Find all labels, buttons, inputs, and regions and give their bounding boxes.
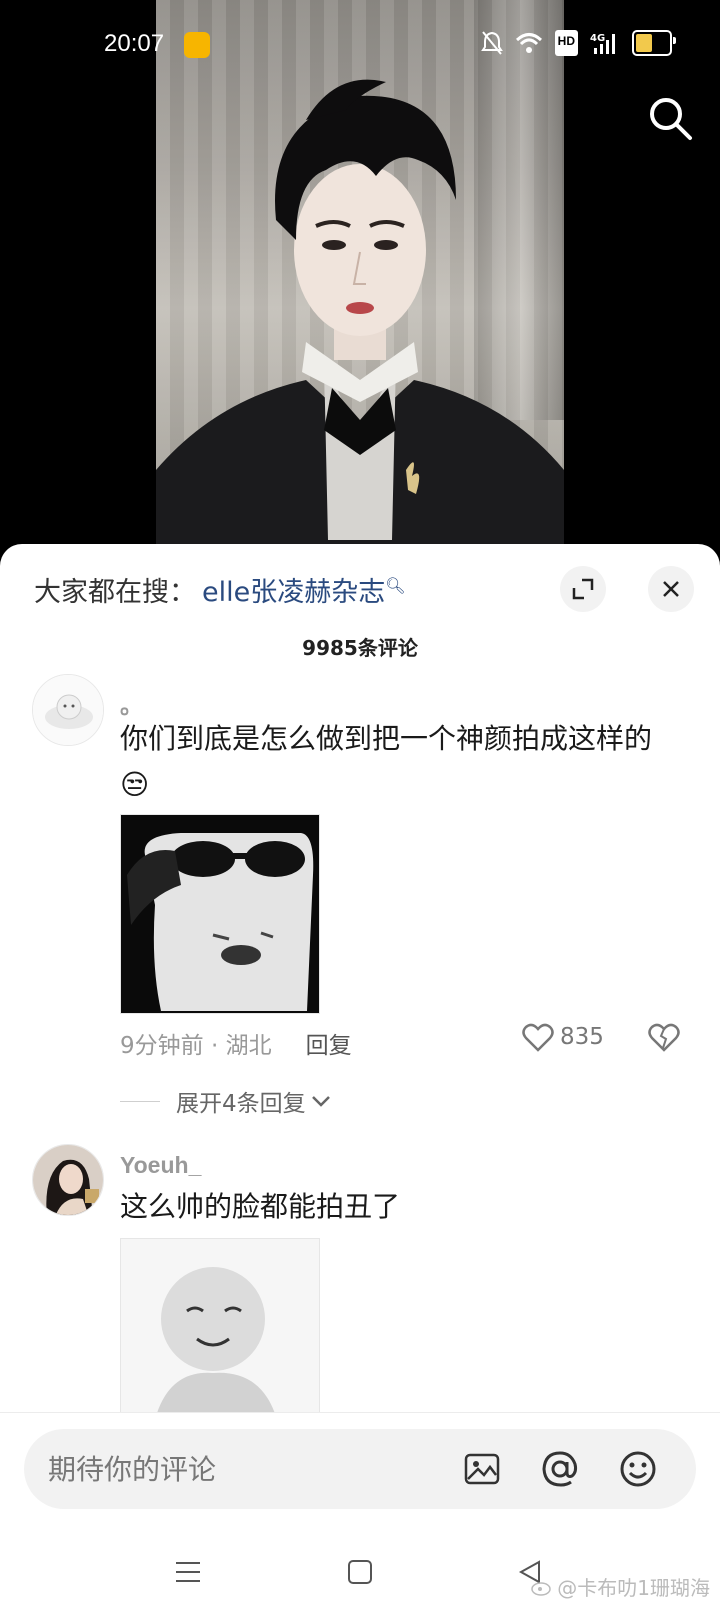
comment-text: 这么帅的脸都能拍丑了 (120, 1190, 401, 1223)
dislike-button[interactable] (648, 1022, 680, 1056)
username[interactable]: 。 (120, 686, 143, 720)
svg-text:4G: 4G (590, 33, 605, 44)
sticker-image[interactable] (120, 1238, 320, 1412)
status-icons: HD 4G (480, 30, 676, 56)
menu-icon (176, 1562, 200, 1582)
square-home-icon (348, 1560, 372, 1584)
comment-item: 。 你们到底是怎么做到把一个神颜拍成这样的 😒 9分钟前 · 湖北 回复 835 … (0, 674, 720, 1134)
system-navigation-bar: @卡布叻1珊瑚海 (0, 1532, 720, 1612)
comment-count: 9985条评论 (302, 636, 418, 660)
small-search-icon: 🔍︎ (385, 576, 406, 595)
chevron-down-icon (311, 1096, 330, 1107)
comment-time-location: 9分钟前 · 湖北 (120, 1033, 272, 1059)
menu-nav-button[interactable] (168, 1552, 208, 1592)
reply-button[interactable]: 回复 (306, 1026, 352, 1060)
comment-meta: 9分钟前 · 湖北 回复 (120, 1026, 352, 1060)
comment-input-pill (24, 1429, 696, 1509)
expand-sheet-button[interactable] (560, 566, 606, 612)
hot-search-term: elle张凌赫杂志 (202, 577, 386, 608)
hd-badge: HD (554, 30, 578, 56)
heart-icon (522, 1023, 554, 1052)
close-button[interactable] (648, 566, 694, 612)
weibo-logo-icon (531, 1581, 552, 1596)
home-nav-button[interactable] (340, 1552, 380, 1592)
mention-button[interactable] (538, 1447, 582, 1491)
username[interactable]: Yoeuh_ (120, 1152, 201, 1179)
battery-icon (632, 30, 676, 56)
cloud-bear-avatar-image (33, 675, 103, 745)
sticker-image[interactable] (120, 814, 320, 1014)
watermark-text: @卡布叻1珊瑚海 (557, 1576, 710, 1600)
search-icon[interactable] (646, 94, 694, 142)
expand-icon (572, 578, 594, 600)
signal-4g-icon: 4G (590, 33, 615, 54)
expand-replies-label: 展开4条回复 (176, 1091, 306, 1117)
unamused-emoji-icon: 😒 (120, 768, 150, 801)
at-icon (542, 1451, 578, 1487)
expand-replies-button[interactable]: 展开4条回复 (120, 1084, 332, 1118)
wifi-icon (515, 33, 542, 53)
avatar[interactable] (32, 1144, 104, 1216)
smiling-figure-meme-image (121, 1239, 319, 1412)
hot-search-link[interactable]: elle张凌赫杂志🔍︎ (202, 570, 406, 609)
user-photo-avatar-image (33, 1145, 103, 1215)
smiley-face-icon (620, 1451, 656, 1487)
avatar[interactable] (32, 674, 104, 746)
emoji-button[interactable] (616, 1447, 660, 1491)
sunglasses-meme-image (121, 815, 319, 1013)
image-button[interactable] (460, 1447, 504, 1491)
video-player[interactable]: 20:07 HD 4G (0, 0, 720, 560)
broken-heart-icon (648, 1023, 680, 1052)
close-icon (663, 581, 679, 597)
comment-input-bar (0, 1412, 720, 1532)
hot-search: 大家都在搜： elle张凌赫杂志🔍︎ (34, 570, 406, 609)
hot-search-label: 大家都在搜： (34, 577, 196, 608)
weibo-notification-icon (184, 32, 210, 58)
image-icon (464, 1453, 500, 1485)
like-count: 835 (560, 1024, 604, 1050)
watermark: @卡布叻1珊瑚海 (531, 1572, 710, 1601)
comment-sheet: 大家都在搜： elle张凌赫杂志🔍︎ 9985条评论 。 你们到底是怎么做到把一… (0, 544, 720, 1412)
mute-bell-icon (480, 31, 503, 55)
comment-body: 你们到底是怎么做到把一个神颜拍成这样的 (120, 722, 653, 755)
divider-line (120, 1100, 160, 1102)
like-button[interactable]: 835 (522, 1022, 604, 1052)
status-bar: 20:07 HD 4G (0, 0, 720, 90)
comment-item: Yoeuh_ 这么帅的脸都能拍丑了 (0, 1144, 720, 1412)
comment-text: 你们到底是怎么做到把一个神颜拍成这样的 😒 (120, 716, 680, 808)
comment-input[interactable] (48, 1445, 448, 1493)
status-time: 20:07 (104, 30, 165, 57)
